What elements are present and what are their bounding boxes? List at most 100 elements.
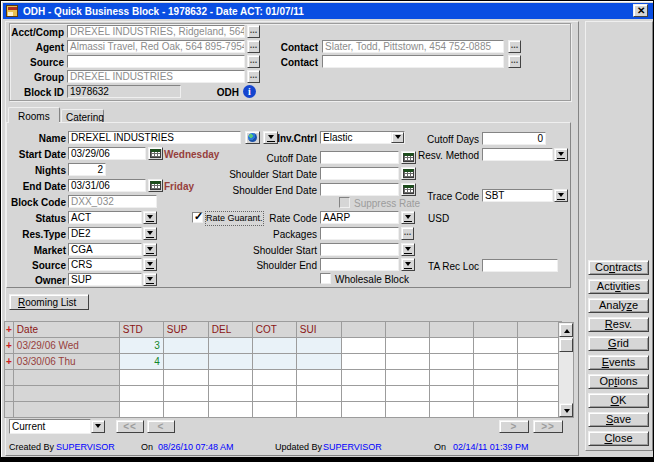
grid-row-expand[interactable]: +: [5, 338, 14, 354]
close-button[interactable]: ✕: [633, 4, 648, 17]
tab-rooms[interactable]: Rooms: [8, 107, 60, 123]
view-select[interactable]: Current: [9, 419, 91, 434]
grid-header-sup[interactable]: SUP: [163, 322, 208, 338]
grid-value-cell[interactable]: 3: [119, 338, 163, 354]
end-date-field[interactable]: 03/31/06: [68, 179, 146, 192]
grid-value-cell[interactable]: 4: [119, 354, 163, 370]
last-page-button[interactable]: >>: [533, 420, 563, 433]
shoulder-end-list-button[interactable]: [401, 258, 415, 271]
group-lov-button[interactable]: ...: [247, 70, 260, 83]
grid-header-std[interactable]: STD: [119, 322, 163, 338]
group-field[interactable]: DREXEL INDUSTRIES: [67, 70, 245, 83]
packages-lov-button[interactable]: ...: [401, 227, 414, 240]
scroll-up-button[interactable]: [559, 323, 573, 337]
room-grid[interactable]: +DateSTDSUPDELCOTSUI+03/29/06 Wed3+03/30…: [4, 321, 562, 418]
grid-value-cell[interactable]: [296, 354, 341, 370]
owner-list-button[interactable]: [143, 273, 157, 286]
trace-code-list-button[interactable]: [554, 189, 568, 202]
shoulder-end-date-calendar-button[interactable]: [401, 183, 416, 196]
tab-catering[interactable]: Catering: [61, 109, 104, 123]
grid-value-cell[interactable]: [163, 354, 208, 370]
rate-code-field[interactable]: AARP: [320, 211, 399, 224]
shoulder-end-field[interactable]: [320, 258, 399, 271]
name-field[interactable]: DREXEL INDUSTRIES: [68, 131, 241, 144]
scroll-thumb[interactable]: [559, 338, 573, 352]
grid-add-all[interactable]: +: [5, 322, 14, 338]
view-select-dropdown-button[interactable]: [91, 420, 105, 433]
side-button-contracts[interactable]: Contracts: [588, 260, 649, 275]
side-button-save[interactable]: Save: [588, 412, 649, 427]
grid-row-expand[interactable]: +: [5, 354, 14, 370]
side-button-activities[interactable]: Activities: [588, 279, 649, 294]
cutoff-date-field[interactable]: [320, 151, 399, 164]
start-date-field[interactable]: 03/29/06: [68, 147, 146, 160]
side-button-close[interactable]: Close: [588, 431, 649, 446]
side-button-resv[interactable]: Resv.: [588, 317, 649, 332]
suppress-rate-checkbox[interactable]: [339, 197, 350, 208]
start-date-calendar-button[interactable]: [148, 147, 163, 160]
contact2-field[interactable]: [322, 55, 504, 68]
shoulder-start-date-field[interactable]: [320, 167, 399, 180]
resv-method-field[interactable]: [482, 148, 553, 161]
rooming-list-button[interactable]: Rooming List: [9, 294, 89, 310]
grid-header-sui[interactable]: SUI: [296, 322, 341, 338]
grid-date-cell[interactable]: 03/29/06 Wed: [13, 338, 119, 354]
acct-comp-lov-button[interactable]: ...: [247, 25, 260, 38]
source2-field[interactable]: CRS: [68, 258, 142, 271]
status-list-button[interactable]: [143, 211, 157, 224]
trace-code-field[interactable]: SBT: [482, 189, 553, 202]
wholesale-block-checkbox[interactable]: [320, 273, 331, 284]
grid-value-cell[interactable]: [252, 354, 296, 370]
grid-value-cell[interactable]: [208, 338, 252, 354]
grid-value-cell[interactable]: [208, 354, 252, 370]
ta-rec-loc-field[interactable]: [482, 259, 558, 272]
res-type-list-button[interactable]: [143, 227, 157, 240]
first-page-button[interactable]: <<: [116, 420, 144, 433]
nights-field[interactable]: 2: [68, 163, 106, 176]
status-field[interactable]: ACT: [68, 211, 142, 224]
grid-value-cell[interactable]: [163, 338, 208, 354]
source-lov-button[interactable]: ...: [247, 55, 260, 68]
source-field[interactable]: [67, 55, 245, 68]
grid-empty-cell: [341, 386, 385, 402]
owner-field[interactable]: SUP: [68, 273, 142, 286]
grid-header-date[interactable]: Date: [13, 322, 119, 338]
rate-code-list-button[interactable]: [401, 211, 415, 224]
shoulder-end-date-field[interactable]: [320, 183, 399, 196]
grid-header-cot[interactable]: COT: [252, 322, 296, 338]
market-list-button[interactable]: [143, 243, 157, 256]
side-button-analyze[interactable]: Analyze: [588, 298, 649, 313]
source2-list-button[interactable]: [143, 258, 157, 271]
grid-date-cell[interactable]: 03/30/06 Thu: [13, 354, 119, 370]
side-button-events[interactable]: Events: [588, 355, 649, 370]
packages-field[interactable]: [320, 227, 399, 240]
grid-scrollbar[interactable]: [558, 322, 574, 418]
grid-header-del[interactable]: DEL: [208, 322, 252, 338]
cutoff-days-field[interactable]: 0: [482, 132, 546, 145]
info-icon[interactable]: i: [243, 85, 256, 98]
agent-field[interactable]: Almassi Travel, Red Oak, 564 895-7954: [67, 40, 245, 53]
res-type-field[interactable]: DE2: [68, 227, 142, 240]
grid-value-cell[interactable]: [252, 338, 296, 354]
side-button-options[interactable]: Options: [588, 374, 649, 389]
prev-page-button[interactable]: <: [147, 420, 175, 433]
next-page-button[interactable]: >: [499, 420, 529, 433]
grid-value-cell[interactable]: [296, 338, 341, 354]
block-code-field[interactable]: DXX_032: [68, 195, 157, 208]
shoulder-start-field[interactable]: [320, 243, 399, 256]
agent-lov-button[interactable]: ...: [247, 40, 260, 53]
resv-method-list-button[interactable]: [554, 148, 568, 161]
inv-cntrl-dropdown-button[interactable]: [391, 132, 404, 143]
rate-guarant-checkbox[interactable]: ✓: [192, 212, 203, 223]
contact2-lov-button[interactable]: ...: [508, 55, 521, 68]
shoulder-start-list-button[interactable]: [401, 243, 415, 256]
shoulder-start-date-calendar-button[interactable]: [401, 167, 416, 180]
side-button-grid[interactable]: Grid: [588, 336, 649, 351]
acct-comp-field[interactable]: DREXEL INDUSTRIES, Ridgeland, 564 52: [67, 25, 245, 38]
market-field[interactable]: CGA: [68, 243, 142, 256]
contact1-field[interactable]: Slater, Todd, Pittstown, 454 752-0885: [322, 40, 504, 53]
end-date-calendar-button[interactable]: [148, 179, 163, 192]
contact1-lov-button[interactable]: ...: [508, 40, 521, 53]
scroll-down-button[interactable]: [559, 403, 573, 417]
side-button-ok[interactable]: OK: [588, 393, 649, 408]
